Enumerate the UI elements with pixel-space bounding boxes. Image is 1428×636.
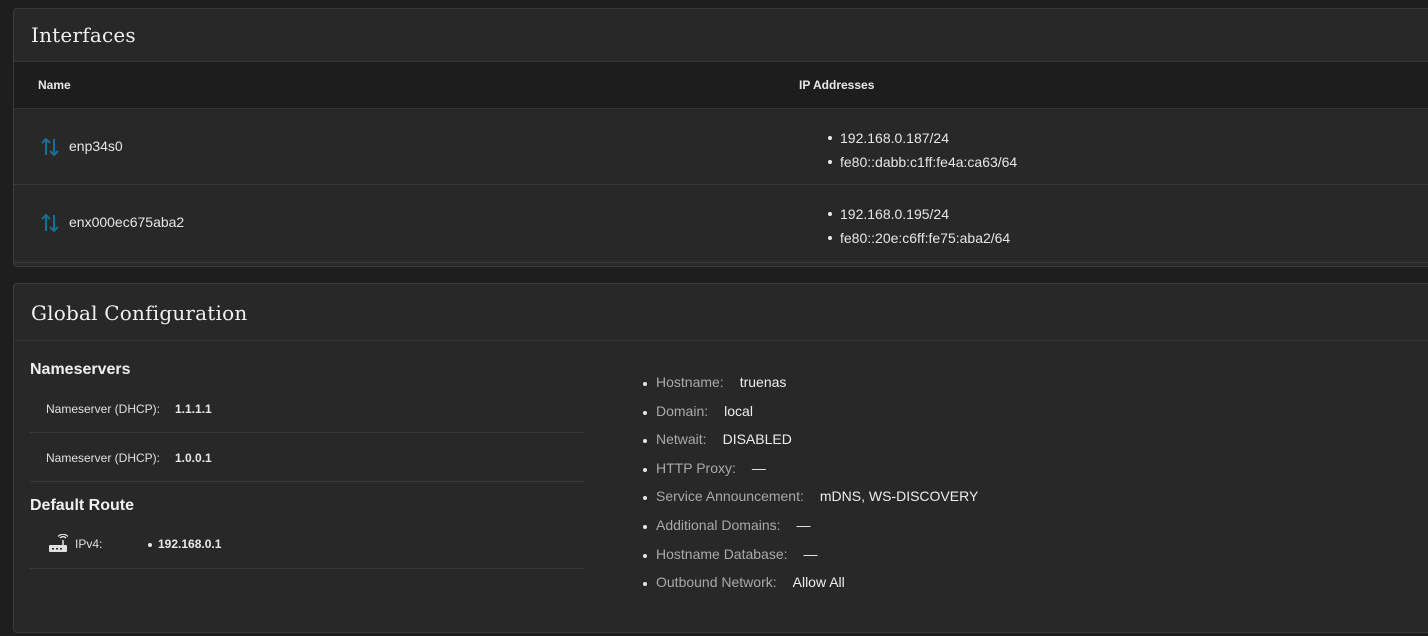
info-value: — [751,459,766,476]
info-label: Service Announcement: [656,488,804,505]
info-label: Hostname: [656,374,724,390]
global-configuration-card: Global Configuration Nameservers Nameser… [13,283,1428,633]
table-row[interactable]: enp34s0 192.168.0.187/24 fe80::dabb:c1ff… [14,109,1428,185]
info-item-hostname-database: Hostname Database: — [642,546,978,575]
info-item-outbound-network: Outbound Network: Allow All [642,574,978,603]
default-route-title: Default Route [30,497,134,514]
column-header-ip-addresses[interactable]: IP Addresses [799,78,874,92]
nameserver-value: 1.0.0.1 [175,451,212,465]
nameserver-row: Nameserver (DHCP): 1.1.1.1 [30,384,584,433]
interface-name: enp34s0 [69,138,123,154]
interfaces-title: Interfaces [31,23,136,47]
info-item-service-announcement: Service Announcement: mDNS, WS-DISCOVERY [642,488,978,517]
info-label: Additional Domains: [656,516,781,533]
default-route-label: IPv4: [75,537,103,551]
info-value: — [803,545,818,562]
info-label: Outbound Network: [656,574,777,591]
info-item-netwait: Netwait: DISABLED [642,431,978,460]
interfaces-card: Interfaces Name IP Addresses enp34s0 192… [13,8,1428,267]
divider [14,340,1428,341]
info-item-additional-domains: Additional Domains: — [642,517,978,546]
info-label: Netwait: [656,431,707,448]
info-value: mDNS, WS-DISCOVERY [819,488,979,505]
global-info-list: Hostname: truenas Domain: local Netwait: DI… [642,374,978,603]
nameserver-value: 1.1.1.1 [175,402,212,416]
info-value: Allow All [792,574,845,591]
nameserver-label: Nameserver (DHCP): [46,402,161,416]
nameservers-title: Nameservers [30,361,131,378]
info-value: truenas [739,374,787,390]
ip-address: fe80::dabb:c1ff:fe4a:ca63/64 [826,150,1017,174]
info-label: Hostname Database: [656,545,788,562]
ip-address-list: 192.168.0.187/24 fe80::dabb:c1ff:fe4a:ca… [826,126,1017,174]
ip-address-list: 192.168.0.195/24 fe80::20e:c6ff:fe75:aba… [826,202,1010,250]
ip-address: 192.168.0.187/24 [826,126,1017,150]
nameserver-label: Nameserver (DHCP): [46,451,161,465]
column-header-name[interactable]: Name [38,78,71,92]
interface-name: enx000ec675aba2 [69,214,185,230]
up-down-arrows-icon [41,137,59,157]
info-item-http-proxy: HTTP Proxy: — [642,460,978,489]
info-item-domain: Domain: local [642,403,978,432]
default-route-value: 192.168.0.1 [148,537,221,551]
router-icon [49,534,68,552]
table-row[interactable]: enx000ec675aba2 192.168.0.195/24 fe80::2… [14,185,1428,263]
nameserver-row: Nameserver (DHCP): 1.0.0.1 [30,433,584,482]
table-header: Name IP Addresses [14,61,1428,109]
global-configuration-title: Global Configuration [31,301,248,325]
default-route-row: IPv4: 192.168.0.1 [30,520,584,569]
ip-address: fe80::20e:c6ff:fe75:aba2/64 [826,226,1010,250]
info-value: local [724,402,753,419]
info-label: Domain: [656,402,709,419]
info-value: DISABLED [722,431,792,448]
info-value: — [796,516,811,533]
up-down-arrows-icon [41,213,59,233]
info-item-hostname: Hostname: truenas [642,374,978,403]
ip-address: 192.168.0.195/24 [826,202,1010,226]
info-label: HTTP Proxy: [656,459,736,476]
